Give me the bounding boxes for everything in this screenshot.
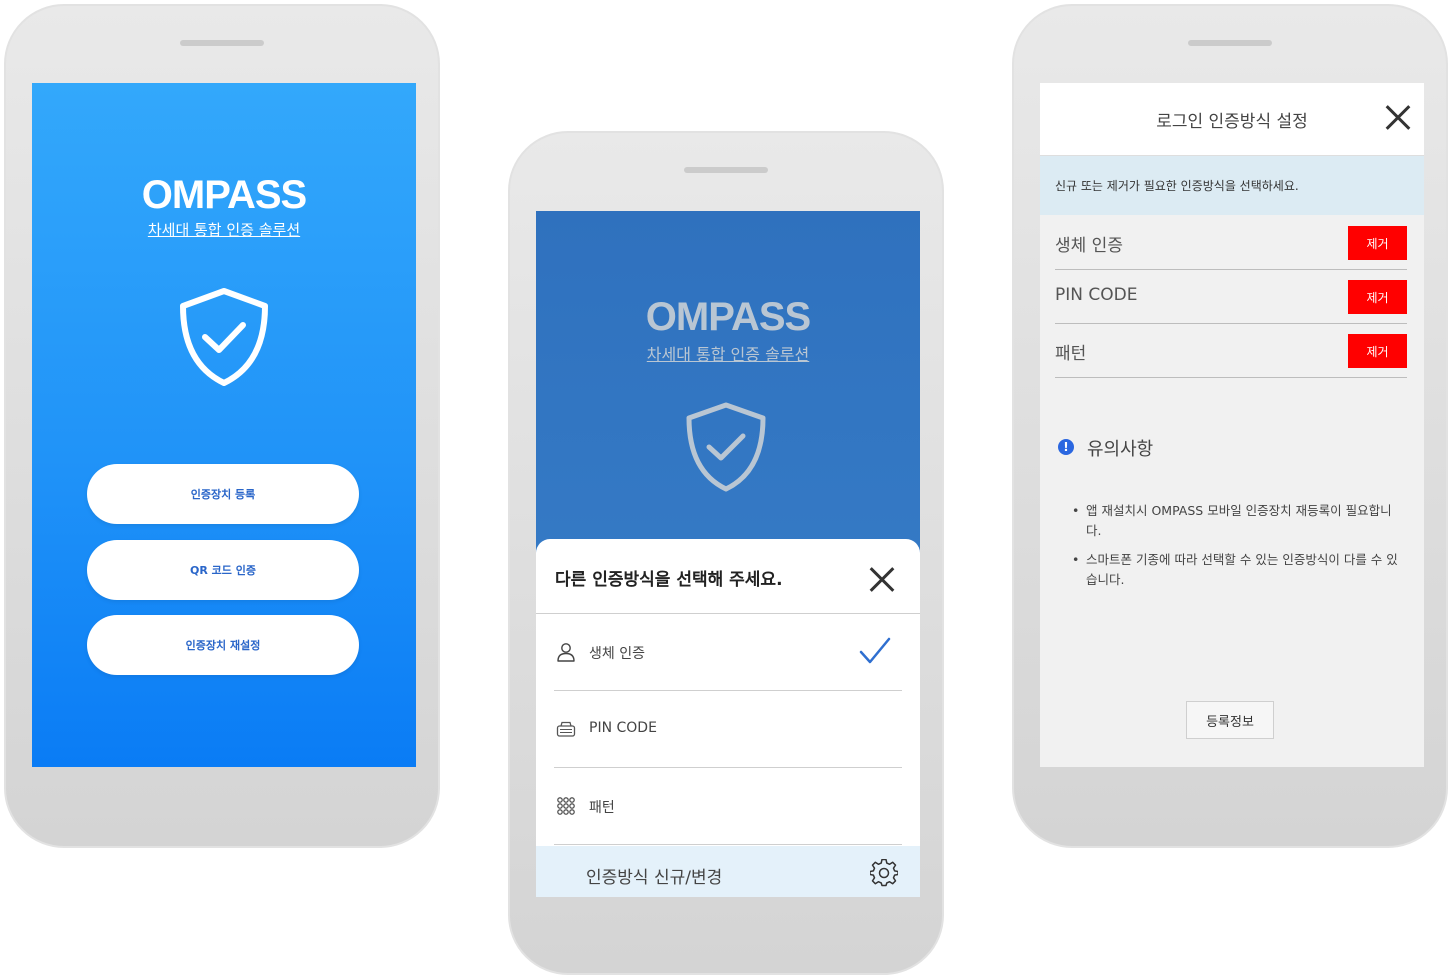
phone-speaker bbox=[180, 40, 264, 46]
phone-speaker bbox=[684, 167, 768, 173]
phone-speaker bbox=[1188, 40, 1272, 46]
method-label: PIN CODE bbox=[1055, 285, 1138, 305]
remove-button[interactable]: 제거 bbox=[1348, 280, 1407, 314]
method-row-pin-code: PIN CODE 제거 bbox=[1055, 270, 1407, 324]
gear-icon[interactable] bbox=[870, 859, 898, 887]
caution-item: 앱 재설치시 OMPASS 모바일 인증장치 재등록이 필요합니다. bbox=[1072, 501, 1402, 541]
info-icon: ! bbox=[1058, 439, 1074, 455]
register-device-button[interactable]: 인증장치 등록 bbox=[87, 464, 359, 524]
sheet-title: 다른 인증방식을 선택해 주세요. bbox=[555, 570, 783, 590]
method-change-label: 인증방식 신규/변경 bbox=[586, 868, 723, 888]
caution-item: 스마트폰 기종에 따라 선택할 수 있는 인증방식이 다를 수 있습니다. bbox=[1072, 550, 1402, 590]
start-screen: OMPASS 차세대 통합 인증 솔루션 인증장치 등록 QR 코드 인증 인증… bbox=[32, 83, 416, 767]
close-icon[interactable] bbox=[1382, 101, 1414, 133]
ompass-logo: OMPASS bbox=[645, 295, 811, 339]
check-icon bbox=[859, 637, 891, 664]
caution-list: 앱 재설치시 OMPASS 모바일 인증장치 재등록이 필요합니다. 스마트폰 … bbox=[1072, 501, 1402, 599]
phone-frame-start: OMPASS 차세대 통합 인증 솔루션 인증장치 등록 QR 코드 인증 인증… bbox=[4, 4, 440, 848]
sheet-header: 다른 인증방식을 선택해 주세요. bbox=[536, 539, 920, 614]
caution-title: 유의사항 bbox=[1087, 439, 1154, 460]
method-label: 패턴 bbox=[1055, 344, 1087, 364]
method-select-sheet: 다른 인증방식을 선택해 주세요. 생체 인증 PIN CODE 패턴 인증방식… bbox=[536, 539, 920, 897]
qr-auth-button[interactable]: QR 코드 인증 bbox=[87, 540, 359, 600]
settings-screen: 로그인 인증방식 설정 신규 또는 제거가 필요한 인증방식을 선택하세요. 생… bbox=[1040, 83, 1424, 767]
option-label: 생체 인증 bbox=[589, 646, 645, 662]
method-select-screen: OMPASS 차세대 통합 인증 솔루션 다른 인증방식을 선택해 주세요. 생… bbox=[536, 211, 920, 897]
method-row-biometric: 생체 인증 제거 bbox=[1055, 216, 1407, 270]
notice-text: 신규 또는 제거가 필요한 인증방식을 선택하세요. bbox=[1055, 179, 1299, 193]
shield-check-icon bbox=[180, 288, 268, 386]
pattern-icon bbox=[557, 797, 575, 815]
option-biometric[interactable]: 생체 인증 bbox=[554, 614, 902, 691]
settings-title: 로그인 인증방식 설정 bbox=[1156, 112, 1308, 132]
method-change-bar[interactable]: 인증방식 신규/변경 bbox=[536, 846, 920, 897]
shield-check-icon bbox=[686, 402, 766, 492]
option-label: 패턴 bbox=[589, 800, 615, 816]
remove-button[interactable]: 제거 bbox=[1348, 334, 1407, 368]
close-icon[interactable] bbox=[866, 563, 898, 595]
reset-device-button[interactable]: 인증장치 재설정 bbox=[87, 615, 359, 675]
option-pattern[interactable]: 패턴 bbox=[554, 768, 902, 845]
tagline-link: 차세대 통합 인증 솔루션 bbox=[646, 345, 810, 364]
phone-frame-settings: 로그인 인증방식 설정 신규 또는 제거가 필요한 인증방식을 선택하세요. 생… bbox=[1012, 4, 1448, 848]
user-icon bbox=[557, 643, 575, 662]
method-label: 생체 인증 bbox=[1055, 236, 1123, 256]
option-pin-code[interactable]: PIN CODE bbox=[554, 691, 902, 768]
ompass-logo: OMPASS bbox=[141, 173, 307, 217]
option-label: PIN CODE bbox=[589, 720, 657, 736]
tagline-link[interactable]: 차세대 통합 인증 솔루션 bbox=[32, 219, 416, 240]
settings-header: 로그인 인증방식 설정 bbox=[1040, 83, 1424, 156]
method-row-pattern: 패턴 제거 bbox=[1055, 324, 1407, 378]
keypad-icon bbox=[556, 721, 576, 737]
phone-frame-method-select: OMPASS 차세대 통합 인증 솔루션 다른 인증방식을 선택해 주세요. 생… bbox=[508, 131, 944, 975]
remove-button[interactable]: 제거 bbox=[1348, 226, 1407, 260]
registration-info-button[interactable]: 등록정보 bbox=[1186, 701, 1274, 739]
notice-banner: 신규 또는 제거가 필요한 인증방식을 선택하세요. bbox=[1040, 156, 1424, 215]
